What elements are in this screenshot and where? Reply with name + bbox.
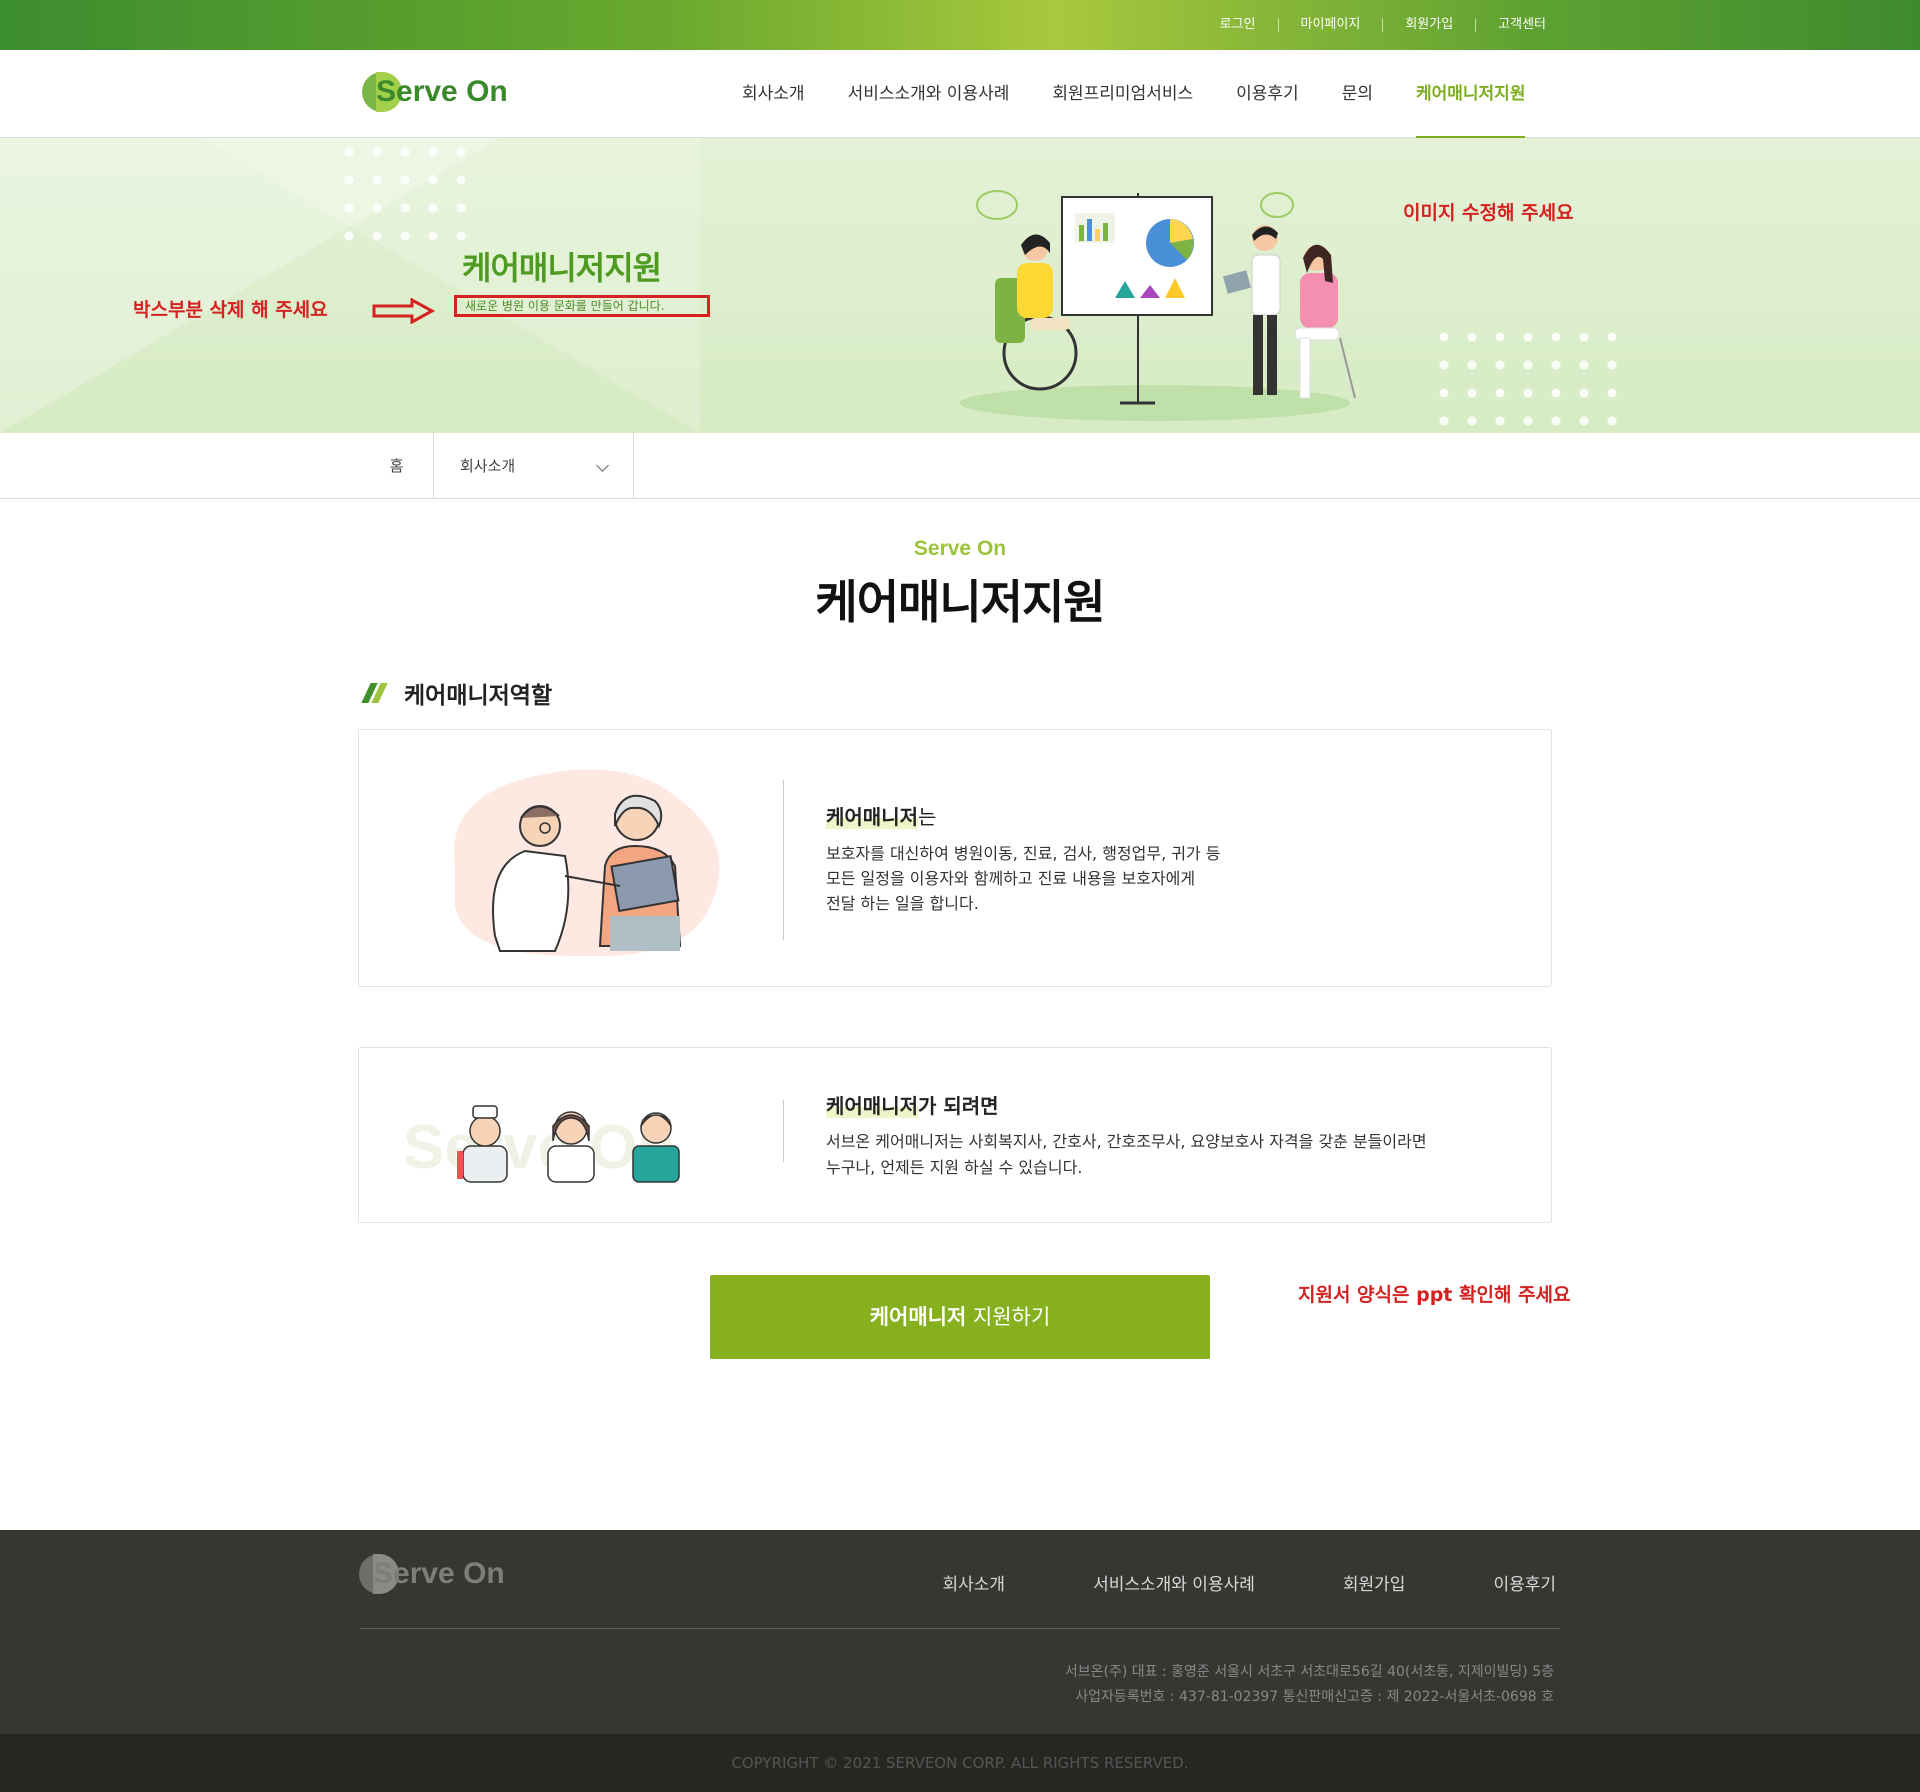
- mypage-link[interactable]: 마이페이지: [1277, 18, 1383, 32]
- section-eyebrow: Serve On: [913, 537, 1007, 560]
- card-divider: [783, 780, 784, 940]
- annotation-edit-image: 이미지 수정해 주세요: [1403, 202, 1574, 224]
- footer-nav-reviews[interactable]: 이용후기: [1493, 1570, 1556, 1595]
- breadcrumb-dropdown-label: 회사소개: [460, 457, 516, 475]
- apply-button-bold: 케어매니저: [869, 1305, 967, 1329]
- nav-reviews[interactable]: 이용후기: [1236, 50, 1299, 138]
- subheading: 케어매니저역할: [361, 676, 553, 710]
- footer-divider: [360, 1628, 1560, 1629]
- card-title-highlight: 케어매니저: [826, 1094, 918, 1118]
- annotation-delete-box: 박스부분 삭제 해 주세요: [133, 299, 328, 321]
- company-info: 서브온(주) 대표 : 홍영준 서울시 서초구 서초대로56길 40(서초동, …: [1065, 1660, 1554, 1710]
- copyright-text: COPYRIGHT © 2021 SERVEON CORP. ALL RIGHT…: [731, 1754, 1189, 1772]
- card-title-rest: 는: [918, 805, 937, 829]
- nav-inquiry[interactable]: 문의: [1342, 50, 1373, 138]
- breadcrumb-home[interactable]: 홈: [360, 433, 434, 499]
- hero-dot-pattern: [335, 138, 475, 250]
- logo[interactable]: Serve On: [362, 72, 508, 112]
- card-divider: [783, 1100, 784, 1162]
- top-utility-bar: 로그인 마이페이지 회원가입 고객센터: [0, 0, 1920, 50]
- card-line: 전달 하는 일을 합니다.: [826, 894, 979, 913]
- nurse-staff-illustration: Serve On: [403, 1105, 680, 1183]
- annotation-form-note: 지원서 양식은 ppt 확인해 주세요: [1298, 1284, 1571, 1306]
- hero-dot-pattern: [1430, 323, 1630, 433]
- card-title-highlight: 케어매니저: [826, 805, 918, 829]
- site-header: Serve On 회사소개 서비스소개와 이용사례 회원프리미엄서비스 이용후기…: [0, 50, 1920, 139]
- main-nav: 회사소개 서비스소개와 이용사례 회원프리미엄서비스 이용후기 문의 케어매니저…: [742, 50, 1568, 139]
- card-title: 케어매니저는: [826, 801, 936, 830]
- red-arrow-icon: [372, 298, 436, 324]
- footer-logo-text: Serve On: [373, 1557, 505, 1590]
- company-address: 서브온(주) 대표 : 홍영준 서울시 서초구 서초대로56길 40(서초동, …: [1064, 1664, 1554, 1680]
- apply-care-manager-button[interactable]: 케어매니저 지원하기: [710, 1275, 1210, 1359]
- footer-nav-company[interactable]: 회사소개: [943, 1570, 1006, 1595]
- page-title: 케어매니저지원: [815, 575, 1105, 629]
- hero-subtitle-boxed: 새로운 병원 이용 문화를 만들어 갑니다.: [454, 295, 710, 317]
- footer-nav-signup[interactable]: 회원가입: [1343, 1570, 1406, 1595]
- hero-title: 케어매니저지원: [462, 249, 662, 287]
- card-line: 모든 일정을 이용자와 함께하고 진료 내용을 보호자에게: [826, 869, 1196, 888]
- utility-links: 로그인 마이페이지 회원가입 고객센터: [1198, 0, 1568, 50]
- card-line: 보호자를 대신하여 병원이동, 진료, 검사, 행정업무, 귀가 등: [826, 844, 1221, 863]
- footer-nav-service[interactable]: 서비스소개와 이용사례: [1093, 1570, 1255, 1595]
- login-link[interactable]: 로그인: [1198, 18, 1278, 32]
- nav-care-manager[interactable]: 케어매니저지원: [1415, 50, 1526, 139]
- presentation-illustration: [960, 190, 1356, 421]
- chevron-down-icon: [596, 459, 609, 472]
- card-line: 누구나, 언제든 지원 하실 수 있습니다.: [826, 1158, 1083, 1177]
- company-registration: 사업자등록번호 : 437-81-02397 통신판매신고증 : 제 2022-…: [1075, 1689, 1554, 1705]
- doctor-patient-illustration: [454, 769, 720, 956]
- card-title: 케어매니저가 되려면: [826, 1090, 999, 1119]
- breadcrumb: 홈 회사소개: [0, 433, 1920, 499]
- site-footer: Serve On 회사소개 서비스소개와 이용사례 회원가입 이용후기 서브온(…: [0, 1530, 1920, 1734]
- nav-service[interactable]: 서비스소개와 이용사례: [848, 50, 1010, 138]
- signup-link[interactable]: 회원가입: [1382, 18, 1475, 32]
- nav-premium[interactable]: 회원프리미엄서비스: [1052, 50, 1193, 138]
- card-title-rest: 가 되려면: [918, 1094, 999, 1118]
- footer-nav: 회사소개 서비스소개와 이용사례 회원가입 이용후기: [855, 1570, 1557, 1595]
- qualification-card: Serve On 케어매니저가 되려면 서브온 케어매니저는 사회복지사, 간호…: [358, 1047, 1552, 1223]
- footer-logo[interactable]: Serve On: [359, 1554, 505, 1594]
- role-card: 케어매니저는 보호자를 대신하여 병원이동, 진료, 검사, 행정업무, 귀가 …: [358, 729, 1552, 987]
- logo-text: Serve On: [376, 75, 508, 108]
- subheading-text: 케어매니저역할: [404, 683, 553, 709]
- apply-button-rest: 지원하기: [966, 1305, 1051, 1329]
- customer-center-link[interactable]: 고객센터: [1475, 18, 1568, 32]
- hero-banner: 박스부분 삭제 해 주세요 케어매니저지원 새로운 병원 이용 문화를 만들어 …: [0, 138, 1920, 433]
- breadcrumb-dropdown[interactable]: 회사소개: [434, 433, 634, 499]
- double-slash-icon: [361, 683, 388, 703]
- card-line: 서브온 케어매니저는 사회복지사, 간호사, 간호조무사, 요양보호사 자격을 …: [826, 1132, 1427, 1151]
- nav-company[interactable]: 회사소개: [742, 50, 805, 138]
- copyright-bar: COPYRIGHT © 2021 SERVEON CORP. ALL RIGHT…: [0, 1734, 1920, 1792]
